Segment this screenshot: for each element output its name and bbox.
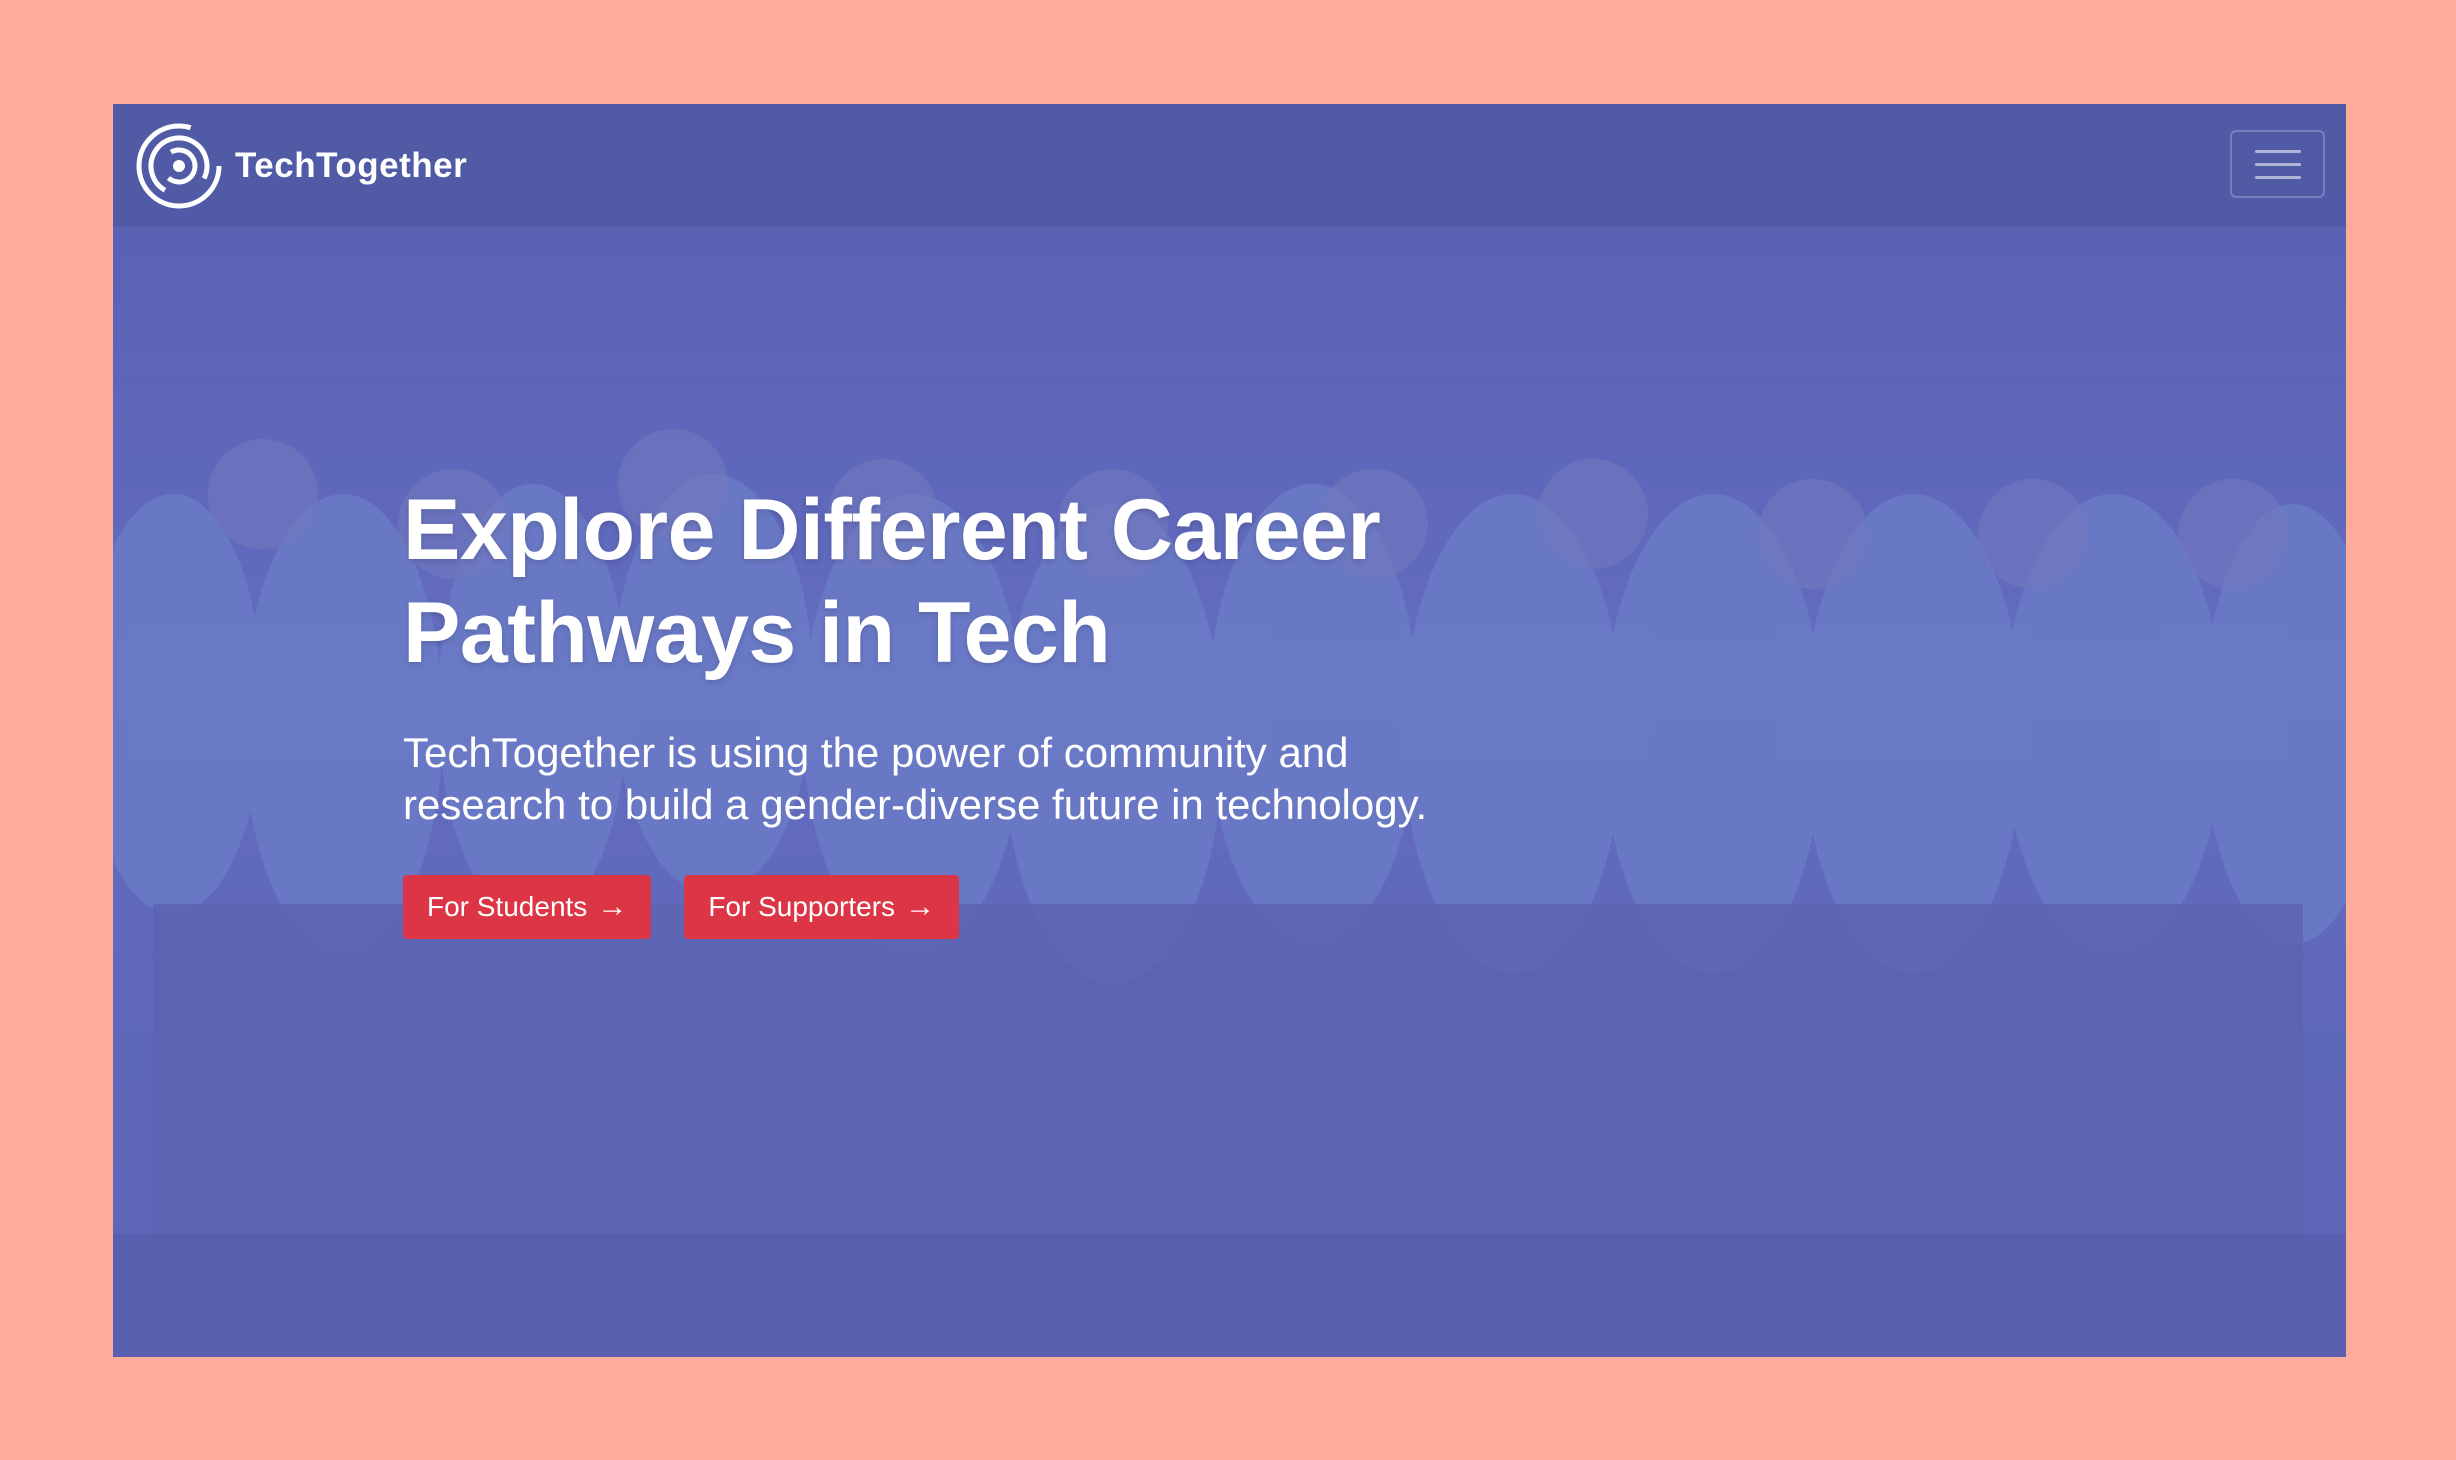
brand-name: TechTogether	[235, 145, 468, 185]
hamburger-menu-button[interactable]	[2230, 130, 2325, 198]
hero-section: Explore Different Career Pathways in Tec…	[403, 479, 1603, 939]
hero-button-row: For Students → For Supporters →	[403, 875, 1603, 939]
arrow-right-icon: →	[597, 890, 628, 923]
arrow-right-icon: →	[905, 890, 936, 923]
top-navbar: TechTogether	[113, 104, 2346, 229]
button-label: For Students	[427, 891, 588, 922]
hamburger-menu-icon	[2254, 149, 2301, 153]
concentric-circles-logo-icon	[136, 123, 222, 208]
for-students-button[interactable]: For Students →	[403, 875, 652, 939]
button-label: For Supporters	[708, 891, 896, 922]
site-frame: TechTogether Explore Different Career Pa…	[113, 104, 2346, 1357]
brand-link[interactable]: TechTogether	[135, 122, 467, 210]
hamburger-menu-icon	[2254, 175, 2301, 179]
hero-subheading: TechTogether is using the power of commu…	[403, 729, 1428, 828]
hamburger-menu-icon	[2254, 162, 2301, 166]
for-supporters-button[interactable]: For Supporters →	[684, 875, 960, 939]
hero-heading: Explore Different Career Pathways in Tec…	[403, 482, 1381, 681]
